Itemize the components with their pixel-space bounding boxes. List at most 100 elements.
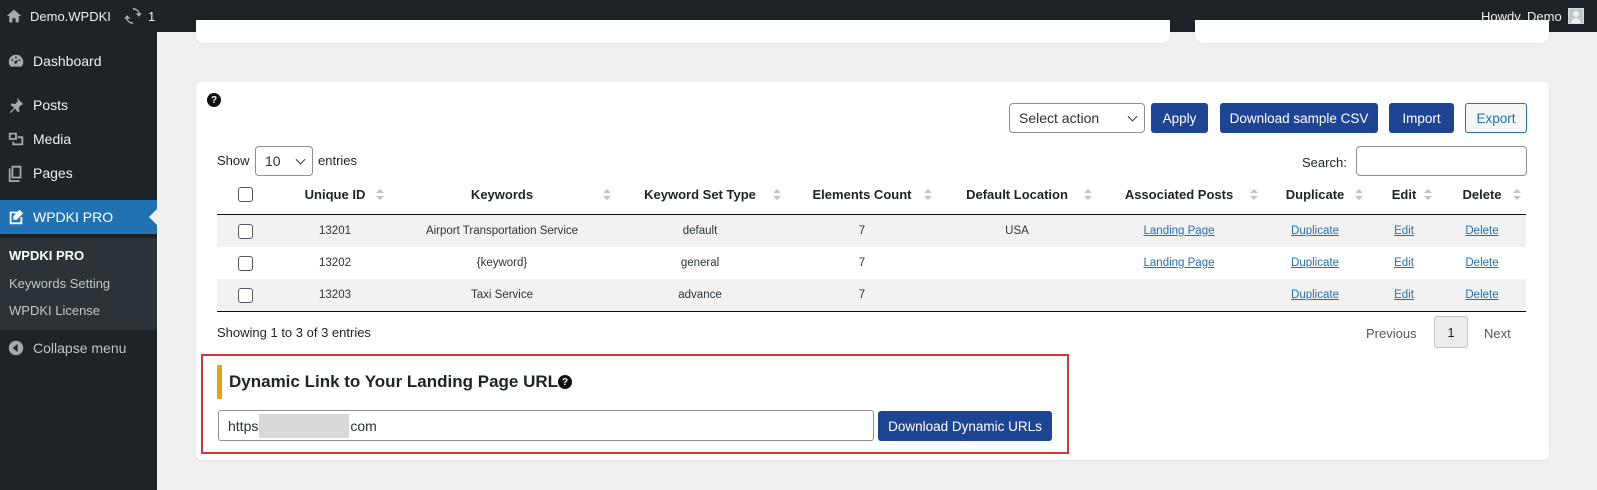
redacted-domain	[259, 413, 350, 438]
collapse-menu-label: Collapse menu	[33, 340, 127, 356]
cell-unique-id: 13201	[319, 225, 351, 237]
sidebar-item-label: Posts	[33, 97, 69, 113]
delete-link[interactable]: Delete	[1465, 289, 1498, 301]
sidebar-item-wpdki-pro[interactable]: WPDKI PRO	[0, 200, 157, 234]
site-name: Demo.WPDKI	[30, 8, 111, 24]
column-header-default-location[interactable]: Default Location	[966, 187, 1068, 202]
next-page-button[interactable]: Next	[1484, 326, 1511, 341]
sidebar-item-media[interactable]: Media	[0, 122, 157, 156]
pin-icon	[6, 95, 26, 115]
dynamic-link-title: Dynamic Link to Your Landing Page URL:	[229, 372, 564, 391]
cell-unique-id: 13202	[319, 257, 351, 269]
cell-keywords: {keyword}	[476, 257, 528, 269]
sort-icon	[924, 188, 932, 202]
cell-unique-id: 13203	[319, 289, 351, 301]
dynamic-url-input[interactable]: https com	[218, 410, 874, 441]
submenu-item-keywords-setting[interactable]: Keywords Setting	[9, 276, 110, 291]
edit-link[interactable]: Edit	[1394, 225, 1414, 237]
duplicate-link[interactable]: Duplicate	[1291, 225, 1339, 237]
entries-per-page-value: 10	[265, 153, 281, 169]
sidebar-item-label: Dashboard	[33, 53, 102, 69]
collapse-menu-button[interactable]: Collapse menu	[0, 331, 157, 365]
cell-keyword-set-type: general	[680, 257, 720, 269]
duplicate-link[interactable]: Duplicate	[1291, 289, 1339, 301]
current-page-button[interactable]: 1	[1434, 316, 1468, 348]
previous-page-button[interactable]: Previous	[1366, 326, 1417, 341]
url-suffix: com	[350, 417, 377, 434]
row-checkbox[interactable]	[238, 224, 253, 239]
entries-per-page-select[interactable]: 10	[255, 146, 313, 176]
sidebar-item-dashboard[interactable]: Dashboard	[0, 44, 157, 78]
cell-default-location: USA	[1005, 225, 1029, 237]
column-header-unique-id[interactable]: Unique ID	[305, 187, 366, 202]
sort-icon	[1250, 188, 1258, 202]
download-sample-csv-button[interactable]: Download sample CSV	[1220, 103, 1378, 133]
table-info: Showing 1 to 3 of 3 entries	[217, 325, 371, 340]
refresh-icon	[124, 7, 142, 25]
help-icon[interactable]: ?	[207, 93, 221, 107]
submenu-item-wpdki-pro[interactable]: WPDKI PRO	[9, 248, 84, 263]
sidebar-item-posts[interactable]: Posts	[0, 88, 157, 122]
sidebar-item-label: Media	[33, 131, 72, 147]
column-header-elements-count[interactable]: Elements Count	[813, 187, 912, 202]
home-icon	[6, 9, 22, 23]
search-input[interactable]	[1356, 146, 1527, 176]
duplicate-link[interactable]: Duplicate	[1291, 257, 1339, 269]
chevron-down-icon	[1127, 111, 1138, 122]
sidebar-submenu: WPDKI PRO Keywords Setting WPDKI License	[0, 238, 157, 330]
cell-keywords: Airport Transportation Service	[425, 225, 579, 237]
download-dynamic-urls-button[interactable]: Download Dynamic URLs	[878, 411, 1052, 441]
show-label: Show	[217, 153, 250, 168]
export-button[interactable]: Export	[1465, 103, 1527, 133]
help-icon[interactable]: ?	[558, 375, 572, 389]
apply-button[interactable]: Apply	[1151, 103, 1208, 133]
sort-icon	[1084, 188, 1092, 202]
sort-icon	[773, 188, 781, 202]
cell-elements-count: 7	[858, 289, 866, 301]
import-button[interactable]: Import	[1389, 103, 1454, 133]
url-prefix: https	[228, 417, 259, 434]
column-header-associated-posts[interactable]: Associated Posts	[1125, 187, 1233, 202]
delete-link[interactable]: Delete	[1465, 257, 1498, 269]
associated-post-link[interactable]: Landing Page	[1144, 225, 1215, 237]
row-checkbox[interactable]	[238, 288, 253, 303]
cell-keywords: Taxi Service	[471, 289, 533, 301]
edit-link[interactable]: Edit	[1394, 289, 1414, 301]
row-checkbox[interactable]	[238, 256, 253, 271]
sort-icon	[1513, 188, 1521, 202]
sort-icon	[1355, 188, 1363, 202]
cell-keyword-set-type: advance	[678, 289, 722, 301]
collapse-icon	[6, 338, 26, 358]
dashboard-icon	[6, 51, 26, 71]
chevron-down-icon	[295, 154, 306, 165]
cell-elements-count: 7	[858, 257, 866, 269]
media-icon	[6, 129, 26, 149]
sort-icon	[1424, 188, 1432, 202]
sidebar-item-pages[interactable]: Pages	[0, 156, 157, 190]
sort-icon	[603, 188, 611, 202]
search-label: Search:	[1302, 155, 1347, 170]
select-all-checkbox[interactable]	[238, 187, 253, 202]
updates-link[interactable]: 1	[124, 0, 155, 32]
cell-elements-count: 7	[858, 225, 866, 237]
submenu-item-wpdki-license[interactable]: WPDKI License	[9, 303, 100, 318]
top-card-left	[196, 20, 1170, 43]
table-footer-divider	[217, 311, 1526, 312]
site-link[interactable]: Demo.WPDKI	[6, 0, 111, 32]
sidebar-item-label: Pages	[33, 165, 73, 181]
associated-post-link[interactable]: Landing Page	[1144, 257, 1215, 269]
entries-label: entries	[318, 153, 358, 168]
edit-link[interactable]: Edit	[1394, 257, 1414, 269]
section-accent-bar	[217, 365, 222, 399]
bulk-action-select[interactable]: Select action	[1009, 103, 1145, 133]
column-header-duplicate[interactable]: Duplicate	[1286, 187, 1345, 202]
delete-link[interactable]: Delete	[1465, 225, 1498, 237]
column-header-keywords[interactable]: Keywords	[471, 187, 533, 202]
column-header-delete[interactable]: Delete	[1462, 187, 1501, 202]
pages-icon	[6, 163, 26, 183]
column-header-edit[interactable]: Edit	[1392, 187, 1417, 202]
cell-keyword-set-type: default	[682, 225, 718, 237]
sort-icon	[376, 188, 384, 202]
avatar	[1567, 8, 1584, 24]
column-header-keyword-set-type[interactable]: Keyword Set Type	[644, 187, 756, 202]
